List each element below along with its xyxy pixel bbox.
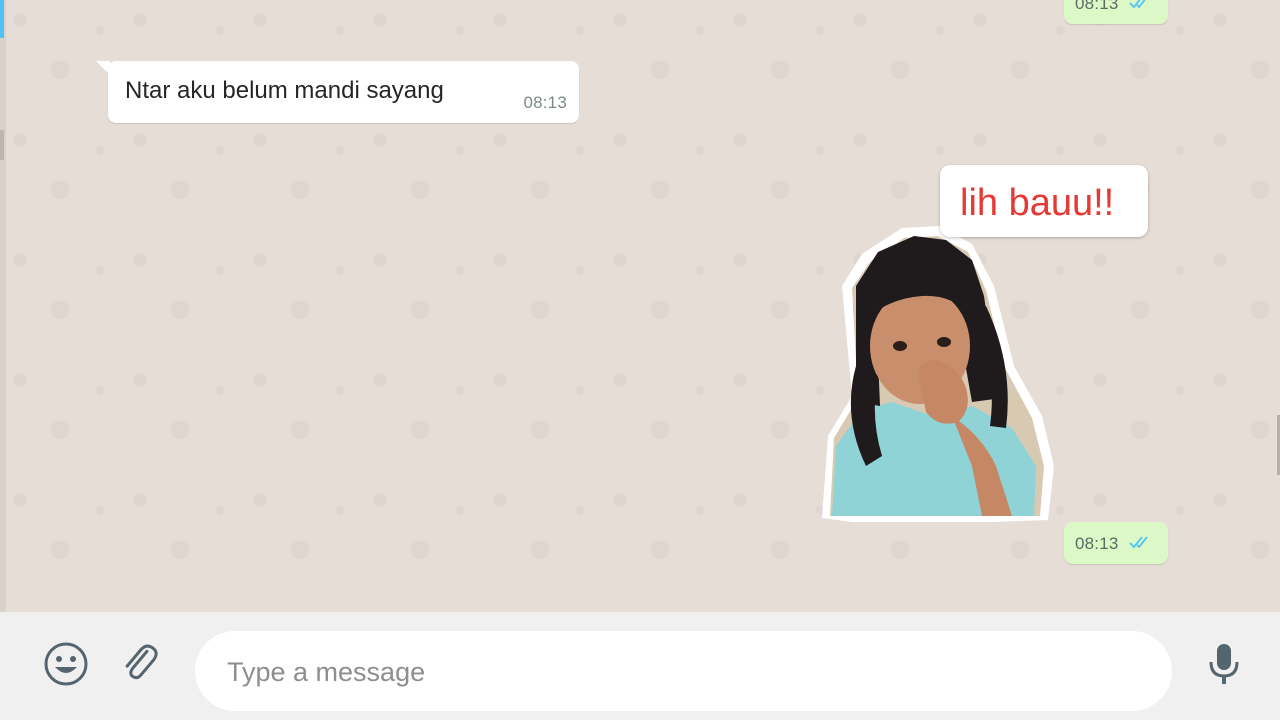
sticker-caption-text: lih bauu!! <box>960 182 1115 224</box>
double-check-icon <box>1129 534 1153 555</box>
message-time: 08:13 <box>1075 534 1119 553</box>
emoji-icon <box>42 640 90 693</box>
message-input[interactable] <box>225 649 1129 695</box>
message-input-wrapper[interactable] <box>195 631 1172 711</box>
message-text: Ntar aku belum mandi sayang <box>125 77 444 104</box>
message-time: 08:13 <box>523 93 567 112</box>
double-check-icon <box>1129 0 1153 15</box>
left-panel-edge <box>0 0 6 612</box>
outgoing-message-meta[interactable]: 08:13 <box>1064 522 1168 564</box>
sticker-caption-box: lih bauu!! <box>940 165 1148 237</box>
attach-button[interactable] <box>112 638 168 694</box>
voice-message-button[interactable] <box>1196 638 1252 694</box>
message-time: 08:13 <box>1075 0 1119 13</box>
paperclip-icon <box>118 642 162 691</box>
microphone-icon <box>1204 640 1244 693</box>
emoji-button[interactable] <box>38 638 94 694</box>
message-composer <box>0 612 1280 720</box>
left-edge-marker <box>0 130 4 160</box>
chat-area: 08:13 Ntar aku belum mandi sayang 08:13 <box>0 0 1280 612</box>
left-edge-accent <box>0 0 4 38</box>
incoming-message-bubble[interactable]: Ntar aku belum mandi sayang 08:13 <box>108 61 579 123</box>
outgoing-message-bubble[interactable]: 08:13 <box>1064 0 1168 24</box>
